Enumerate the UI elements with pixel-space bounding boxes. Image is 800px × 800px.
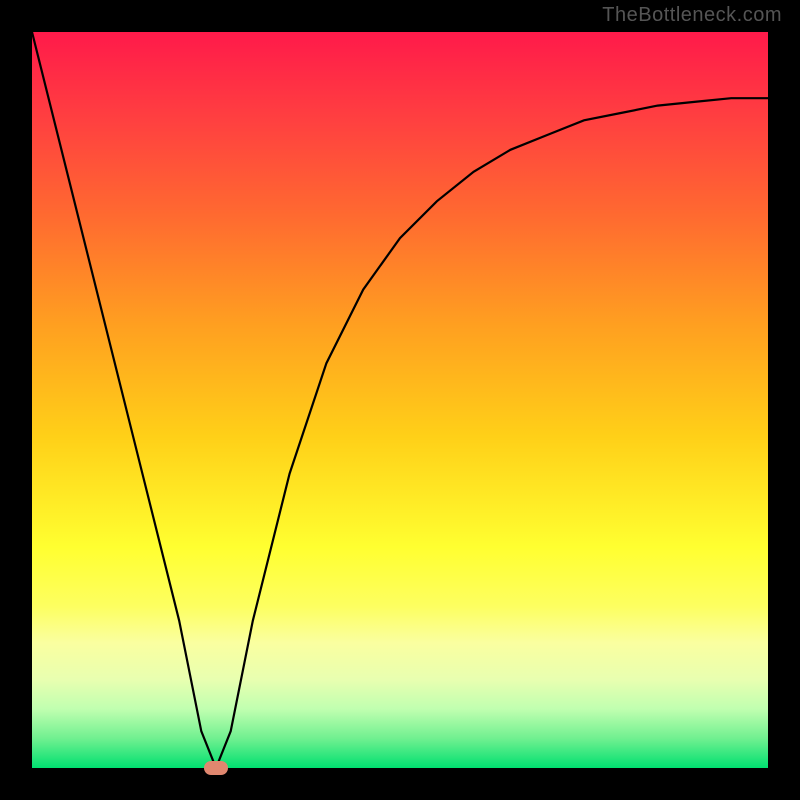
optimal-marker — [204, 761, 228, 775]
curve-svg — [32, 32, 768, 768]
watermark-label: TheBottleneck.com — [602, 4, 782, 27]
plot-area — [32, 32, 768, 768]
chart-container: TheBottleneck.com — [0, 0, 800, 800]
bottleneck-curve — [32, 32, 768, 768]
